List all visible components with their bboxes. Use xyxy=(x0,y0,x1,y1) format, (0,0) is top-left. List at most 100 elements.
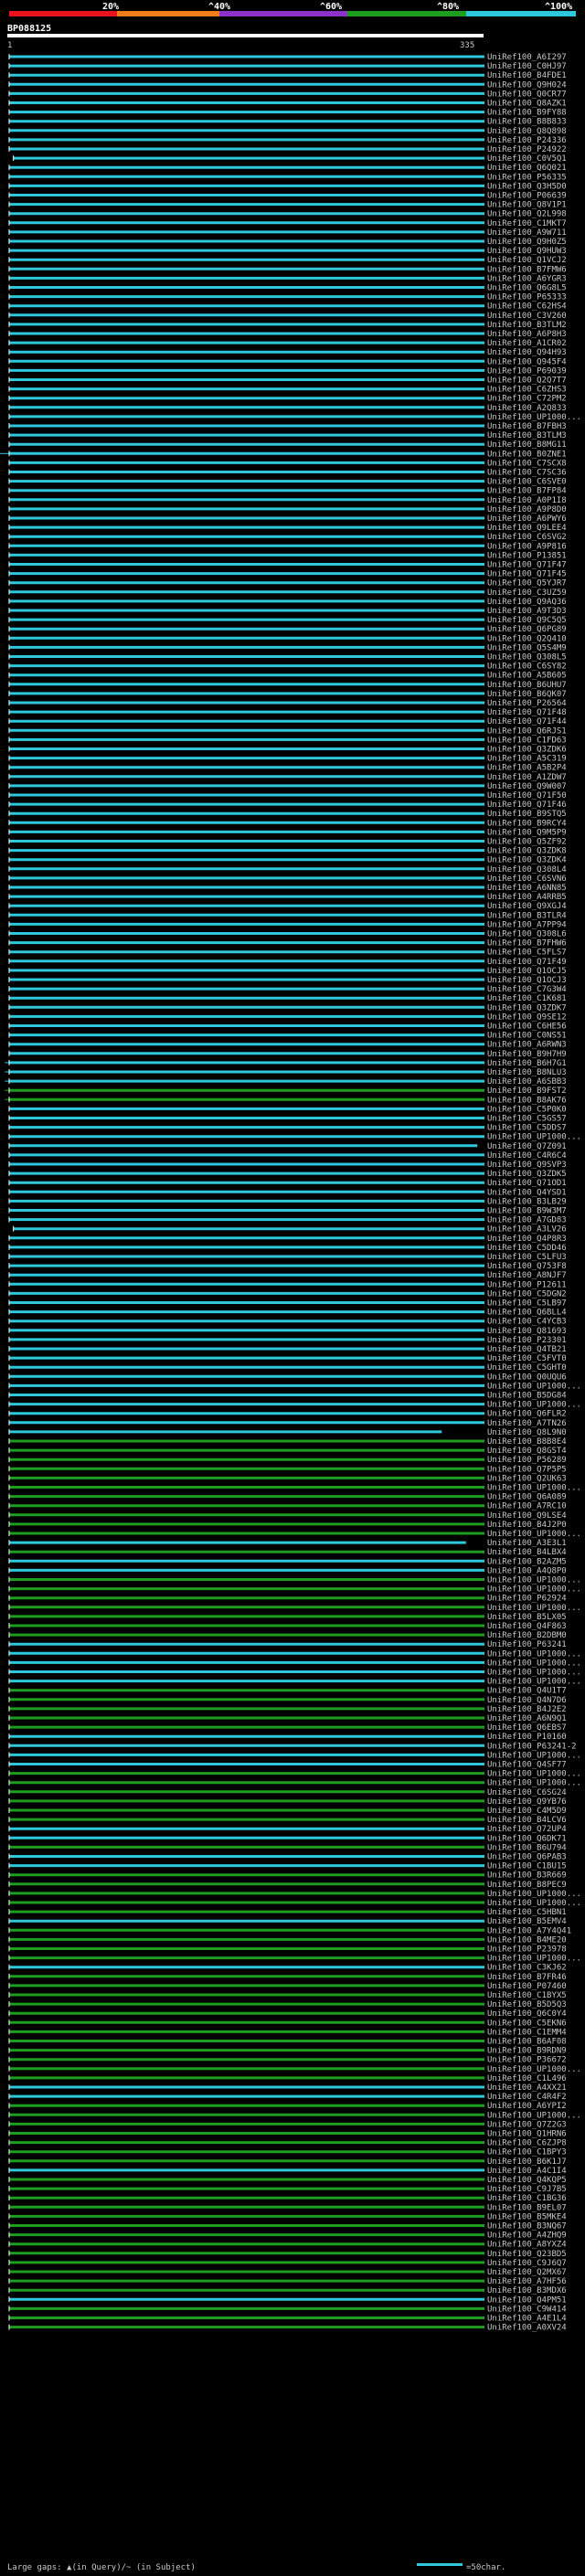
hit-label[interactable]: UniRef100_Q3ZDK4 xyxy=(487,856,567,865)
hit-label[interactable]: UniRef100_C4YCB3 xyxy=(487,1318,567,1327)
hit-row[interactable]: UniRef100_Q9SE12 xyxy=(8,1012,567,1022)
hit-row[interactable]: UniRef100_B4J2P0 xyxy=(8,1521,567,1530)
hit-label[interactable]: UniRef100_C5FVT0 xyxy=(487,1354,567,1363)
hit-row[interactable]: UniRef100_Q1OCJ5 xyxy=(8,967,567,976)
hit-row[interactable]: UniRef100_B5MKE4 xyxy=(8,2212,567,2221)
hit-label[interactable]: UniRef100_Q6DK71 xyxy=(487,1834,567,1843)
hit-row[interactable]: UniRef100_Q23BD5 xyxy=(8,2250,567,2259)
hit-row[interactable]: UniRef100_UP1000... xyxy=(8,2065,581,2074)
hit-row[interactable]: UniRef100_P06639 xyxy=(8,192,567,201)
hit-row[interactable]: UniRef100_B6K1J7 xyxy=(8,2157,567,2167)
hit-label[interactable]: UniRef100_C62HS4 xyxy=(487,302,567,312)
hit-label[interactable]: UniRef100_A4E1L4 xyxy=(487,2315,567,2324)
hit-label[interactable]: UniRef100_C5FLS7 xyxy=(487,949,567,958)
hit-row[interactable]: UniRef100_C1K681 xyxy=(8,994,567,1003)
hit-row[interactable]: UniRef100_B7FP84 xyxy=(8,487,567,496)
hit-label[interactable]: UniRef100_C5HBN1 xyxy=(487,1908,567,1917)
hit-row[interactable]: UniRef100_B5LX05 xyxy=(8,1613,567,1622)
hit-row[interactable]: UniRef100_P63241-2 xyxy=(8,1742,577,1751)
hit-row[interactable]: UniRef100_P56335 xyxy=(8,173,567,182)
hit-label[interactable]: UniRef100_C9J7B5 xyxy=(487,2185,567,2194)
hit-label[interactable]: UniRef100_Q8AZK1 xyxy=(487,100,567,109)
hit-row[interactable]: UniRef100_A4Q8P0 xyxy=(8,1566,567,1575)
hit-label[interactable]: UniRef100_C5DGN2 xyxy=(487,1289,567,1299)
hit-label[interactable]: UniRef100_C5DDS7 xyxy=(487,1124,567,1133)
hit-row[interactable]: UniRef100_B9EL07 xyxy=(8,2203,567,2212)
hit-label[interactable]: UniRef100_Q6RJS1 xyxy=(487,726,567,736)
hit-row[interactable]: UniRef100_C5GS57 xyxy=(8,1115,567,1124)
hit-row[interactable]: UniRef100_UP1000... xyxy=(8,1576,581,1585)
hit-row[interactable]: UniRef100_C6SVE0 xyxy=(8,478,567,487)
hit-row[interactable]: UniRef100_UP1000... xyxy=(8,1678,581,1687)
hit-row[interactable]: UniRef100_C72PM2 xyxy=(8,395,567,404)
hit-row[interactable]: UniRef100_A1CR02 xyxy=(8,339,567,348)
hit-row[interactable]: UniRef100_Q8Q898 xyxy=(8,127,567,136)
hit-label[interactable]: UniRef100_Q71OD1 xyxy=(487,1179,567,1188)
hit-row[interactable]: UniRef100_B8B833 xyxy=(8,118,567,127)
hit-row[interactable]: UniRef100_B2DBM0 xyxy=(8,1631,567,1640)
hit-row[interactable]: UniRef100_C5DD46 xyxy=(8,1244,567,1253)
hit-label[interactable]: UniRef100_A5B2P4 xyxy=(487,764,567,773)
hit-label[interactable]: UniRef100_C1K681 xyxy=(487,994,567,1003)
hit-label[interactable]: UniRef100_B3TLR4 xyxy=(487,911,567,920)
hit-label[interactable]: UniRef100_A9P8D0 xyxy=(487,505,567,514)
hit-row[interactable]: UniRef100_A6P8H3 xyxy=(8,330,567,339)
hit-row[interactable]: UniRef100_B7FMW6 xyxy=(8,265,567,274)
hit-row[interactable]: UniRef100_P26564 xyxy=(8,699,567,708)
hit-row[interactable]: UniRef100_C0HJ97 xyxy=(8,62,567,71)
hit-label[interactable]: UniRef100_B4LCV6 xyxy=(487,1816,567,1825)
hit-label[interactable]: UniRef100_Q1OCJ5 xyxy=(487,967,567,976)
hit-label[interactable]: UniRef100_Q9H024 xyxy=(487,80,567,90)
hit-row[interactable]: UniRef100_C7SC36 xyxy=(8,469,567,478)
hit-row[interactable]: UniRef100_A6PWY6 xyxy=(8,514,567,524)
hit-row[interactable]: UniRef100_Q3ZDK5 xyxy=(8,1170,567,1179)
hit-row[interactable]: UniRef100_C6SVN6 xyxy=(8,875,567,884)
hit-label[interactable]: UniRef100_B6K1J7 xyxy=(487,2157,567,2167)
hit-label[interactable]: UniRef100_C9W414 xyxy=(487,2305,567,2314)
hit-label[interactable]: UniRef100_Q71F45 xyxy=(487,570,567,579)
hit-row[interactable]: UniRef100_C6ZHS3 xyxy=(8,386,567,395)
hit-label[interactable]: UniRef100_UP1000... xyxy=(487,1530,581,1539)
hit-row[interactable]: UniRef100_Q6EBS7 xyxy=(8,1723,567,1733)
hit-row[interactable]: UniRef100_B3MDX6 xyxy=(8,2286,567,2295)
hit-label[interactable]: UniRef100_B6UHU7 xyxy=(487,681,567,690)
hit-row[interactable]: UniRef100_Q6PG89 xyxy=(8,625,567,634)
hit-row[interactable]: UniRef100_A4E1L4 xyxy=(8,2315,567,2324)
hit-label[interactable]: UniRef100_A4C1I4 xyxy=(487,2167,567,2176)
hit-label[interactable]: UniRef100_Q6EBS7 xyxy=(487,1723,567,1733)
hit-label[interactable]: UniRef100_Q4F863 xyxy=(487,1622,567,1631)
hit-label[interactable]: UniRef100_P65333 xyxy=(487,293,567,302)
hit-label[interactable]: UniRef100_UP1000... xyxy=(487,1659,581,1668)
hit-row[interactable]: UniRef100_A6YPI2 xyxy=(8,2102,567,2111)
hit-label[interactable]: UniRef100_B4J2P0 xyxy=(487,1521,567,1530)
hit-label[interactable]: UniRef100_B2AZM5 xyxy=(487,1557,567,1566)
hit-label[interactable]: UniRef100_Q2Q410 xyxy=(487,634,567,643)
hit-row[interactable]: UniRef100_Q7Z091 xyxy=(8,1142,567,1151)
hit-label[interactable]: UniRef100_Q9XGJ4 xyxy=(487,902,567,911)
hit-label[interactable]: UniRef100_A4XX21 xyxy=(487,2083,567,2093)
hit-label[interactable]: UniRef100_B9H7H9 xyxy=(487,1050,567,1059)
hit-label[interactable]: UniRef100_Q0UQU6 xyxy=(487,1373,567,1382)
hit-label[interactable]: UniRef100_Q4KQP5 xyxy=(487,2176,567,2185)
hit-row[interactable]: UniRef100_Q3ZDK8 xyxy=(8,847,567,856)
hit-label[interactable]: UniRef100_Q23BD5 xyxy=(487,2250,567,2259)
hit-label[interactable]: UniRef100_Q9LSE4 xyxy=(487,1511,567,1521)
hit-label[interactable]: UniRef100_Q71F47 xyxy=(487,561,567,570)
hit-row[interactable]: UniRef100_Q9XGJ4 xyxy=(8,902,567,911)
hit-label[interactable]: UniRef100_A6PWY6 xyxy=(487,514,567,524)
hit-label[interactable]: UniRef100_C6SVN6 xyxy=(487,875,567,884)
hit-row[interactable]: UniRef100_C6SG24 xyxy=(8,1788,567,1797)
hit-row[interactable]: UniRef100_Q0CR77 xyxy=(8,90,567,99)
hit-label[interactable]: UniRef100_Q5YJR7 xyxy=(487,579,567,588)
hit-label[interactable]: UniRef100_C3KJ62 xyxy=(487,1964,567,1973)
hit-row[interactable]: UniRef100_C0NS51 xyxy=(8,1032,567,1041)
hit-label[interactable]: UniRef100_B5MKE4 xyxy=(487,2212,567,2221)
hit-label[interactable]: UniRef100_P63241-2 xyxy=(487,1742,577,1751)
hit-row[interactable]: UniRef100_A9P8D0 xyxy=(8,505,567,514)
hit-row[interactable]: UniRef100_C4R6C4 xyxy=(8,1151,567,1161)
hit-label[interactable]: UniRef100_Q71F48 xyxy=(487,708,567,717)
hit-label[interactable]: UniRef100_Q6Q021 xyxy=(487,164,567,173)
hit-label[interactable]: UniRef100_P07460 xyxy=(487,1982,567,1991)
hit-row[interactable]: UniRef100_Q9YB76 xyxy=(8,1797,567,1807)
hit-row[interactable]: UniRef100_Q4YSD1 xyxy=(8,1188,567,1197)
